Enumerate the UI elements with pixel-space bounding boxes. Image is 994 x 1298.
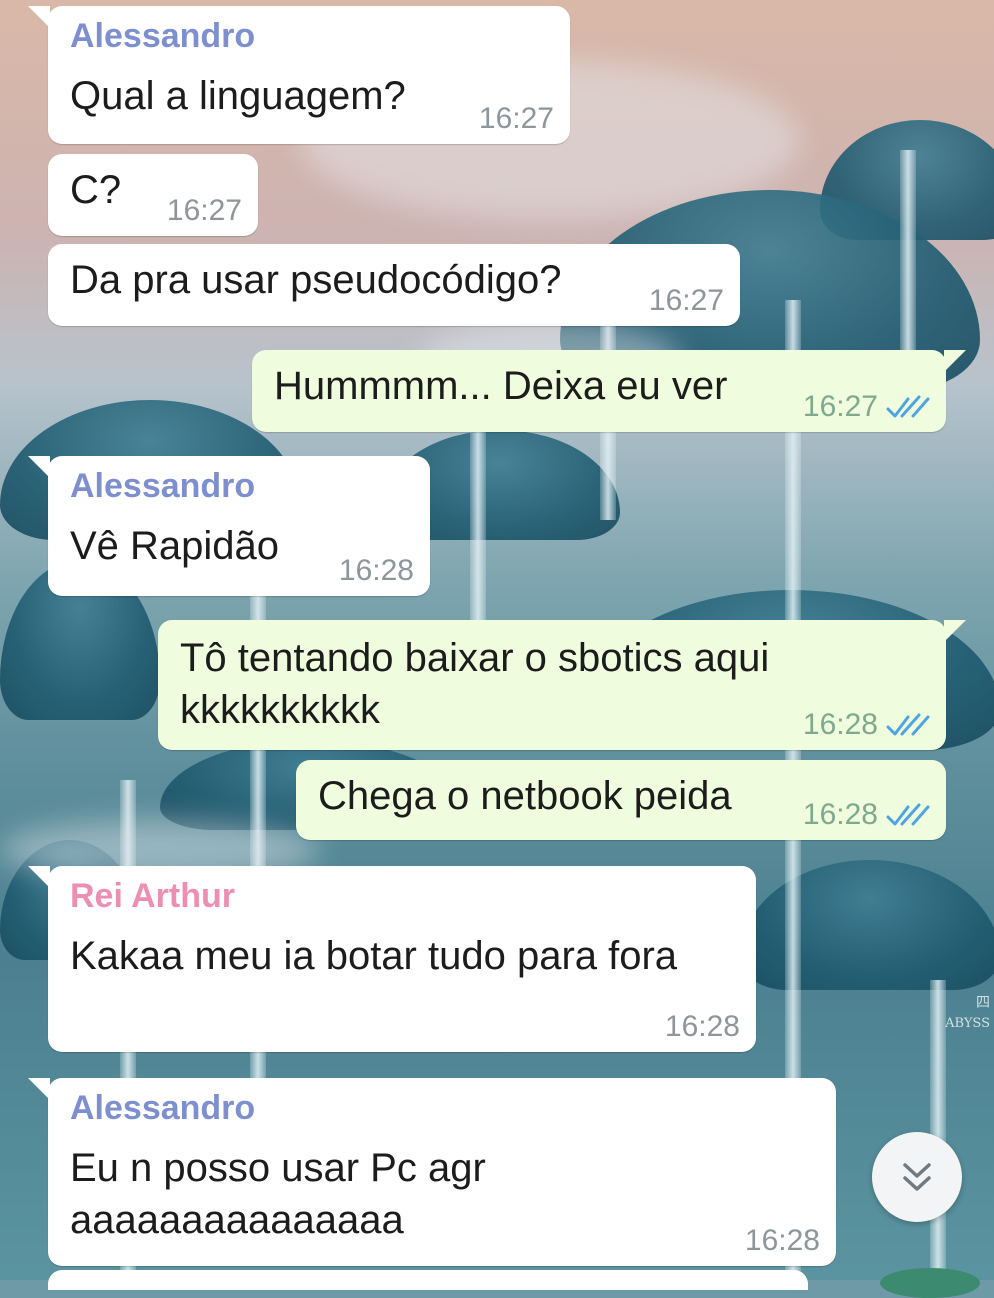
message-bubble-incoming[interactable]: C? 16:27 — [48, 154, 258, 236]
message-time-status: 16:28 — [803, 708, 930, 742]
sender-name[interactable]: Rei Arthur — [70, 876, 734, 916]
message-time: 16:27 — [166, 194, 242, 227]
message-time: 16:28 — [664, 1010, 740, 1043]
double-check-icon — [886, 713, 930, 736]
message-text: Kakaa meu ia botar tudo para fora — [70, 934, 678, 978]
message-time: 16:28 — [802, 798, 878, 831]
sender-name[interactable]: Alessandro — [70, 466, 408, 506]
sender-name[interactable]: Alessandro — [70, 16, 548, 56]
message-bubble-outgoing[interactable]: Tô tentando baixar o sbotics aqui kkkkkk… — [158, 620, 966, 750]
message-bubble-outgoing[interactable]: Hummmm... Deixa eu ver 16:27 — [252, 350, 966, 432]
wallpaper-text-2: ABYSS — [945, 1016, 990, 1031]
message-text: Eu n posso usar Pc agr aaaaaaaaaaaaaaa — [70, 1146, 486, 1242]
floating-button-edge — [880, 1268, 980, 1298]
message-bubble-incoming[interactable]: Alessandro Eu n posso usar Pc agr aaaaaa… — [28, 1078, 836, 1266]
double-chevron-down-icon — [903, 1163, 931, 1191]
message-time: 16:27 — [802, 390, 878, 423]
wallpaper-text-1: 四 — [976, 995, 990, 1011]
double-check-icon — [886, 803, 930, 826]
sender-name[interactable]: Alessandro — [70, 1088, 814, 1128]
message-time: 16:28 — [802, 708, 878, 741]
message-time-status: 16:27 — [803, 390, 930, 424]
message-bubble-incoming[interactable]: Da pra usar pseudocódigo? 16:27 — [48, 244, 740, 326]
scroll-to-bottom-button[interactable] — [872, 1132, 962, 1222]
message-bubble-outgoing[interactable]: Chega o netbook peida 16:28 — [296, 760, 946, 840]
message-time: 16:28 — [744, 1224, 820, 1257]
message-time: 16:27 — [478, 102, 554, 135]
message-text: Da pra usar pseudocódigo? — [70, 258, 562, 302]
message-time: 16:27 — [648, 284, 724, 317]
message-time: 16:28 — [338, 554, 414, 587]
message-bubble-incoming[interactable]: Rei Arthur Kakaa meu ia botar tudo para … — [28, 866, 756, 1052]
message-bubble-incoming[interactable]: Alessandro Vê Rapidão 16:28 — [28, 456, 430, 596]
message-text: Qual a linguagem? — [70, 74, 406, 118]
double-check-icon — [886, 395, 930, 418]
message-bubble-incoming[interactable]: Alessandro Qual a linguagem? 16:27 — [28, 6, 570, 144]
message-time-status: 16:28 — [803, 798, 930, 832]
next-message-bubble-edge — [48, 1270, 808, 1290]
